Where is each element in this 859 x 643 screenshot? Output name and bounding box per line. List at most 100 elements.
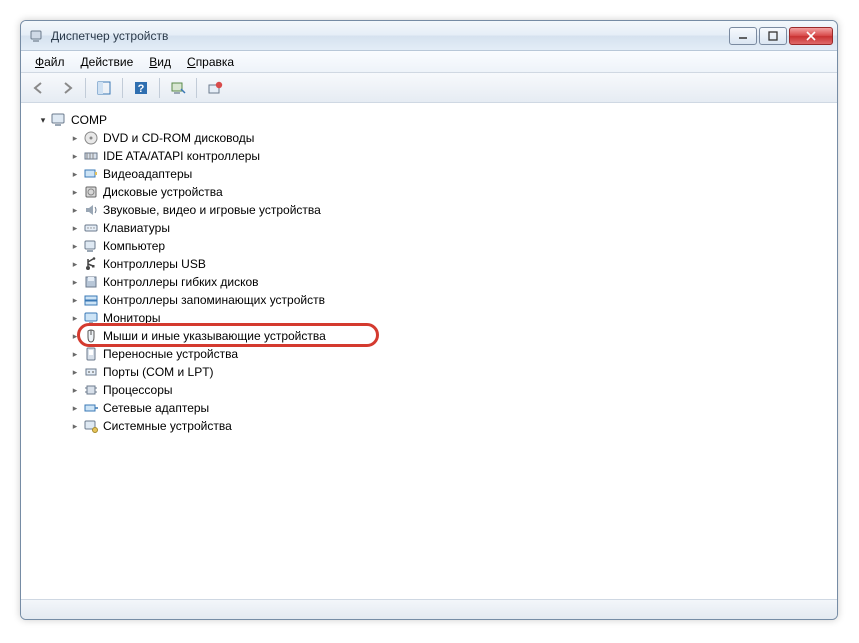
tree-item-mouse[interactable]: Мыши и иные указывающие устройства (31, 327, 827, 345)
ide-icon (83, 148, 99, 164)
expand-icon[interactable] (69, 222, 81, 234)
ports-icon (83, 364, 99, 380)
mouse-icon (83, 328, 99, 344)
tree-item-system[interactable]: Системные устройства (31, 417, 827, 435)
sound-icon (83, 202, 99, 218)
tree-item-ide[interactable]: IDE ATA/ATAPI контроллеры (31, 147, 827, 165)
tree-item-video[interactable]: Видеоадаптеры (31, 165, 827, 183)
tree-item-label: Сетевые адаптеры (103, 401, 209, 415)
tree-item-label: Мониторы (103, 311, 160, 325)
maximize-button[interactable] (759, 27, 787, 45)
monitor-icon (83, 310, 99, 326)
tree-item-label: Контроллеры гибких дисков (103, 275, 259, 289)
tree-item-sound[interactable]: Звуковые, видео и игровые устройства (31, 201, 827, 219)
content-panel: COMP DVD и CD-ROM дисководы IDE ATA/ATAPI… (21, 103, 837, 599)
menu-file-rest: айл (44, 55, 64, 69)
expand-icon[interactable] (69, 240, 81, 252)
back-button[interactable] (27, 76, 51, 100)
menu-action[interactable]: Действие (73, 55, 142, 69)
video-icon (83, 166, 99, 182)
tree-item-floppy[interactable]: Контроллеры гибких дисков (31, 273, 827, 291)
expand-icon[interactable] (69, 366, 81, 378)
cpu-icon (83, 382, 99, 398)
show-hide-console-button[interactable] (92, 76, 116, 100)
menu-file[interactable]: Файл (27, 55, 73, 69)
titlebar[interactable]: Диспетчер устройств (21, 21, 837, 51)
usb-icon (83, 256, 99, 272)
toolbar-separator (85, 78, 86, 98)
tree-item-label: Звуковые, видео и игровые устройства (103, 203, 321, 217)
statusbar (21, 599, 837, 619)
uninstall-button[interactable] (203, 76, 227, 100)
tree-item-portable[interactable]: Переносные устройства (31, 345, 827, 363)
menu-view[interactable]: Вид (141, 55, 179, 69)
tree-item-keyboard[interactable]: Клавиатуры (31, 219, 827, 237)
toolbar-separator (196, 78, 197, 98)
tree-item-label: DVD и CD-ROM дисководы (103, 131, 254, 145)
minimize-button[interactable] (729, 27, 757, 45)
tree-item-dvd[interactable]: DVD и CD-ROM дисководы (31, 129, 827, 147)
help-toolbar-button[interactable]: ? (129, 76, 153, 100)
system-icon (83, 418, 99, 434)
tree-item-monitor[interactable]: Мониторы (31, 309, 827, 327)
expand-icon[interactable] (69, 420, 81, 432)
tree-item-storage[interactable]: Контроллеры запоминающих устройств (31, 291, 827, 309)
tree-item-label: Видеоадаптеры (103, 167, 192, 181)
floppy-icon (83, 274, 99, 290)
tree-root[interactable]: COMP (31, 111, 827, 129)
tree-item-label: Контроллеры запоминающих устройств (103, 293, 325, 307)
toolbar-separator (122, 78, 123, 98)
toolbar-separator (159, 78, 160, 98)
expand-icon[interactable] (69, 150, 81, 162)
device-manager-window: Диспетчер устройств Файл Действие Вид Сп… (20, 20, 838, 620)
dvd-icon (83, 130, 99, 146)
disk-icon (83, 184, 99, 200)
menu-help[interactable]: Справка (179, 55, 242, 69)
keyboard-icon (83, 220, 99, 236)
tree-item-disk[interactable]: Дисковые устройства (31, 183, 827, 201)
svg-text:?: ? (138, 83, 145, 95)
tree-item-net[interactable]: Сетевые адаптеры (31, 399, 827, 417)
tree-item-label: Порты (COM и LPT) (103, 365, 214, 379)
tree-item-label: Переносные устройства (103, 347, 238, 361)
expand-icon[interactable] (69, 348, 81, 360)
scan-hardware-button[interactable] (166, 76, 190, 100)
menubar: Файл Действие Вид Справка (21, 51, 837, 73)
tree-item-label: Системные устройства (103, 419, 232, 433)
close-button[interactable] (789, 27, 833, 45)
tree-item-ports[interactable]: Порты (COM и LPT) (31, 363, 827, 381)
tree-item-usb[interactable]: Контроллеры USB (31, 255, 827, 273)
window-title: Диспетчер устройств (51, 29, 729, 43)
computer-icon (83, 238, 99, 254)
toolbar: ? (21, 73, 837, 103)
device-tree[interactable]: COMP DVD и CD-ROM дисководы IDE ATA/ATAPI… (23, 107, 835, 597)
net-icon (83, 400, 99, 416)
storage-icon (83, 292, 99, 308)
tree-root-label: COMP (71, 113, 107, 127)
tree-item-label: Компьютер (103, 239, 165, 253)
forward-button[interactable] (55, 76, 79, 100)
expand-icon[interactable] (69, 312, 81, 324)
tree-item-label: Мыши и иные указывающие устройства (103, 329, 326, 343)
expand-icon[interactable] (37, 114, 49, 126)
tree-item-label: Контроллеры USB (103, 257, 206, 271)
tree-item-label: Клавиатуры (103, 221, 170, 235)
tree-item-cpu[interactable]: Процессоры (31, 381, 827, 399)
computer-icon (51, 112, 67, 128)
expand-icon[interactable] (69, 384, 81, 396)
tree-item-computer[interactable]: Компьютер (31, 237, 827, 255)
expand-icon[interactable] (69, 276, 81, 288)
tree-item-label: IDE ATA/ATAPI контроллеры (103, 149, 260, 163)
expand-icon[interactable] (69, 402, 81, 414)
tree-item-label: Процессоры (103, 383, 173, 397)
expand-icon[interactable] (69, 186, 81, 198)
expand-icon[interactable] (69, 258, 81, 270)
expand-icon[interactable] (69, 330, 81, 342)
tree-item-label: Дисковые устройства (103, 185, 223, 199)
app-icon (29, 28, 45, 44)
expand-icon[interactable] (69, 132, 81, 144)
expand-icon[interactable] (69, 168, 81, 180)
expand-icon[interactable] (69, 204, 81, 216)
portable-icon (83, 346, 99, 362)
expand-icon[interactable] (69, 294, 81, 306)
